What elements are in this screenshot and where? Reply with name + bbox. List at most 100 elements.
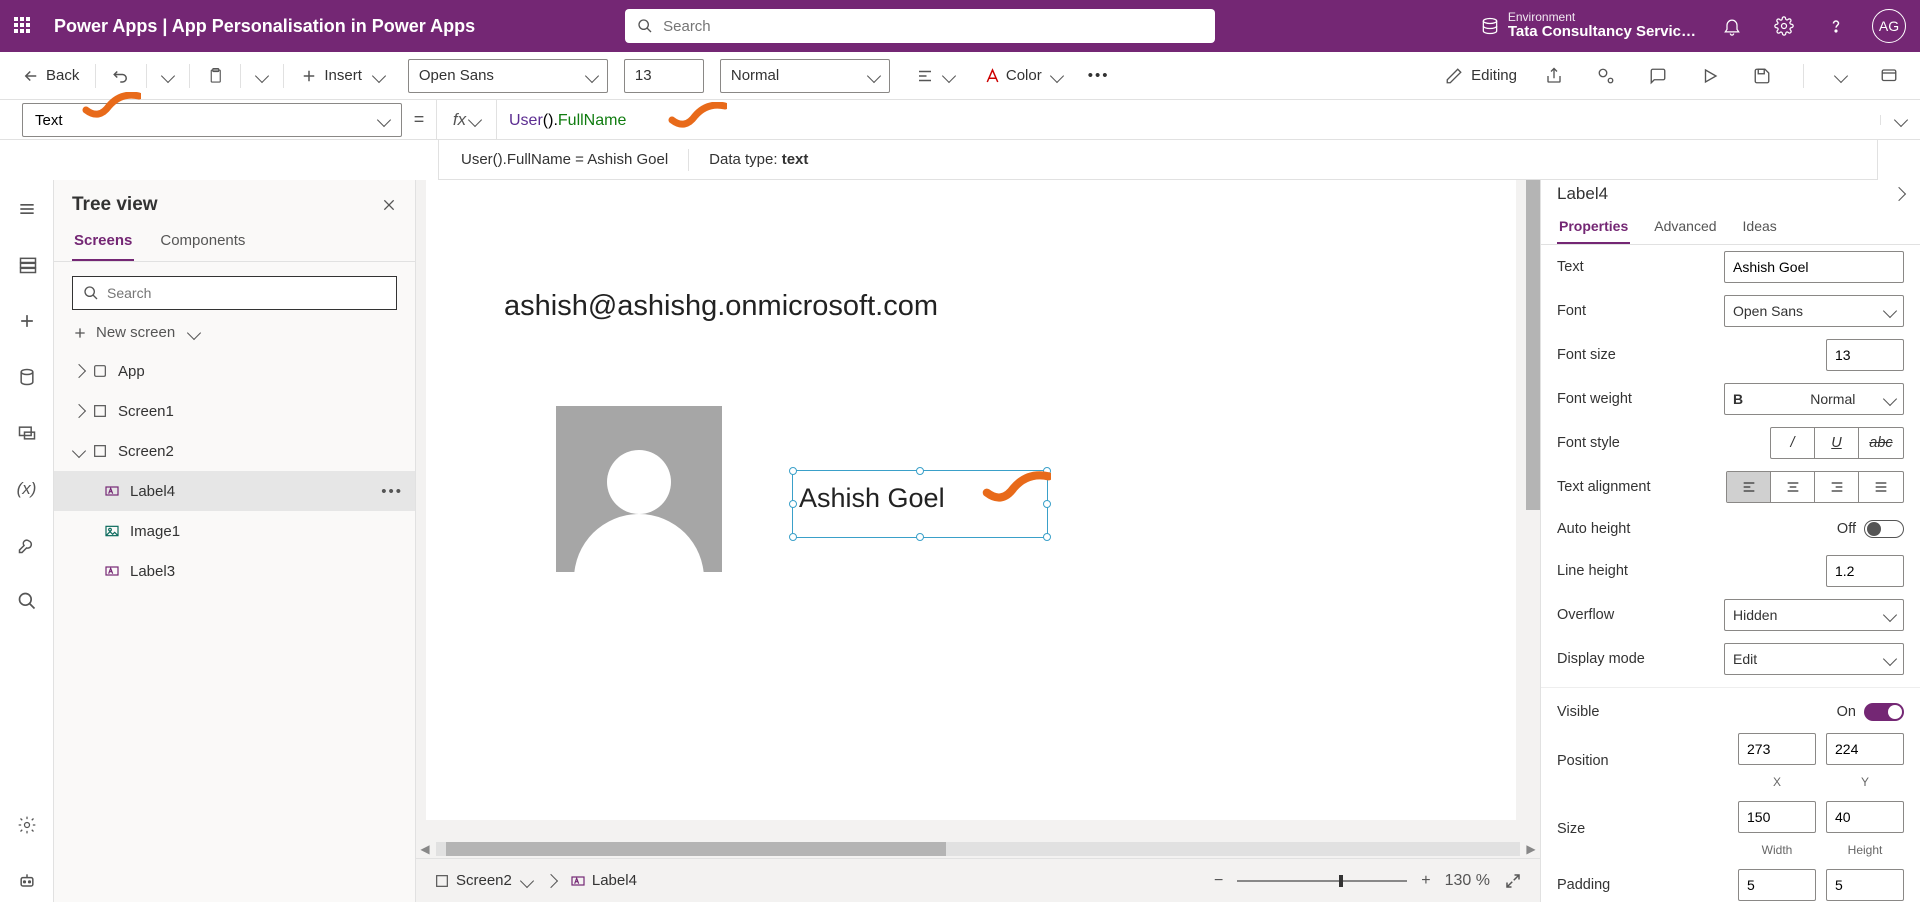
property-selector[interactable]: Text (22, 103, 402, 137)
font-weight-combo[interactable]: Normal (720, 59, 890, 93)
paste-button[interactable] (200, 63, 230, 89)
tree-search[interactable] (72, 276, 397, 310)
new-screen-button[interactable]: New screen (54, 318, 415, 351)
font-size-input[interactable] (624, 59, 704, 93)
paste-dropdown[interactable] (251, 67, 273, 85)
align-left[interactable] (1727, 472, 1771, 502)
prop-align-group[interactable] (1726, 471, 1904, 503)
resize-handle[interactable] (916, 533, 924, 541)
rail-virtual-agent[interactable] (6, 860, 48, 902)
prop-fontsize-input[interactable] (1826, 339, 1904, 371)
collapse-pane-icon[interactable] (1892, 187, 1906, 201)
font-family-combo[interactable]: Open Sans (408, 59, 608, 93)
rail-search[interactable] (6, 580, 48, 622)
underline-toggle[interactable]: U (1815, 428, 1859, 458)
tab-components[interactable]: Components (158, 222, 247, 261)
resize-handle[interactable] (1043, 533, 1051, 541)
prop-pos-y[interactable] (1826, 733, 1904, 765)
breadcrumb-control[interactable]: Label4 (570, 872, 637, 889)
save-icon[interactable] (1747, 63, 1777, 89)
align-button[interactable] (910, 63, 960, 89)
align-right[interactable] (1815, 472, 1859, 502)
align-center[interactable] (1771, 472, 1815, 502)
label4-selection[interactable]: Ashish Goel (792, 470, 1048, 538)
back-button[interactable]: Back (16, 63, 85, 89)
undo-button[interactable] (106, 63, 136, 89)
undo-dropdown[interactable] (157, 67, 179, 85)
prop-overflow-combo[interactable]: Hidden (1724, 599, 1904, 631)
rail-data[interactable] (6, 356, 48, 398)
tree-item-app[interactable]: App (54, 351, 415, 391)
resize-handle[interactable] (789, 467, 797, 475)
zoom-out[interactable]: − (1214, 872, 1223, 890)
tree-item-label4[interactable]: Label4 ••• (54, 471, 415, 511)
align-justify[interactable] (1859, 472, 1903, 502)
canvas[interactable]: ashish@ashishg.onmicrosoft.com Ashish Go… (426, 180, 1516, 820)
prop-pad-b[interactable] (1826, 869, 1904, 901)
label3-text[interactable]: ashish@ashishg.onmicrosoft.com (504, 290, 938, 323)
notifications-icon[interactable] (1716, 10, 1748, 42)
insert-button[interactable]: Insert (294, 63, 390, 89)
resize-handle[interactable] (789, 533, 797, 541)
copilot-icon[interactable] (1591, 63, 1621, 89)
preview-icon[interactable] (1695, 63, 1725, 89)
rail-tools[interactable] (6, 524, 48, 566)
color-button[interactable]: Color (976, 63, 1068, 89)
canvas-vertical-scrollbar[interactable] (1526, 180, 1540, 778)
breadcrumb-screen[interactable]: Screen2 (434, 872, 532, 889)
tab-ideas[interactable]: Ideas (1741, 210, 1779, 244)
tree-item-label3[interactable]: Label3 (54, 551, 415, 591)
prop-font-combo[interactable]: Open Sans (1724, 295, 1904, 327)
rail-settings[interactable] (6, 804, 48, 846)
prop-lineheight-input[interactable] (1826, 555, 1904, 587)
tab-properties[interactable]: Properties (1557, 210, 1630, 244)
editing-mode[interactable]: Editing (1445, 67, 1517, 85)
prop-fontweight-combo[interactable]: B Normal (1724, 383, 1904, 415)
rail-hamburger[interactable] (6, 188, 48, 230)
rail-insert[interactable] (6, 300, 48, 342)
global-search-input[interactable] (663, 18, 1203, 35)
tree-search-input[interactable] (107, 285, 386, 301)
fit-screen-icon[interactable] (1504, 872, 1522, 890)
prop-autoheight-toggle[interactable] (1864, 520, 1904, 538)
strike-toggle[interactable]: abc (1859, 428, 1903, 458)
user-avatar[interactable]: AG (1872, 9, 1906, 43)
environment-picker[interactable]: Environment Tata Consultancy Servic… (1480, 11, 1696, 41)
formula-input[interactable]: User().FullName (497, 110, 1880, 130)
zoom-slider[interactable] (1237, 880, 1407, 882)
resize-handle[interactable] (1043, 467, 1051, 475)
prop-fontstyle-group[interactable]: / U abc (1770, 427, 1904, 459)
close-icon[interactable] (381, 197, 397, 213)
prop-displaymode-combo[interactable]: Edit (1724, 643, 1904, 675)
publish-icon[interactable] (1874, 63, 1904, 89)
tab-advanced[interactable]: Advanced (1652, 210, 1718, 244)
tree-item-more[interactable]: ••• (381, 483, 403, 500)
resize-handle[interactable] (1043, 500, 1051, 508)
tab-screens[interactable]: Screens (72, 222, 134, 261)
zoom-in[interactable]: + (1421, 872, 1430, 890)
prop-text-input[interactable] (1724, 251, 1904, 283)
prop-size-h[interactable] (1826, 801, 1904, 833)
fx-label[interactable]: fx (437, 100, 497, 139)
formula-expand[interactable] (1880, 115, 1920, 125)
prop-pad-a[interactable] (1738, 869, 1816, 901)
resize-handle[interactable] (789, 500, 797, 508)
resize-handle[interactable] (916, 467, 924, 475)
prop-pos-x[interactable] (1738, 733, 1816, 765)
rail-media[interactable] (6, 412, 48, 454)
tree-item-image1[interactable]: Image1 (54, 511, 415, 551)
canvas-horizontal-scrollbar[interactable]: ◀▶ (416, 840, 1540, 858)
more-toolbar[interactable]: ••• (1082, 63, 1116, 88)
help-icon[interactable] (1820, 10, 1852, 42)
prop-size-w[interactable] (1738, 801, 1816, 833)
image1-placeholder[interactable] (556, 406, 722, 572)
rail-variables[interactable]: (x) (6, 468, 48, 510)
share-icon[interactable] (1539, 63, 1569, 89)
rail-treeview[interactable] (6, 244, 48, 286)
waffle-icon[interactable] (14, 17, 32, 35)
comments-icon[interactable] (1643, 63, 1673, 89)
settings-icon[interactable] (1768, 10, 1800, 42)
global-search[interactable] (625, 9, 1215, 43)
tree-item-screen2[interactable]: Screen2 (54, 431, 415, 471)
prop-visible-toggle[interactable] (1864, 703, 1904, 721)
